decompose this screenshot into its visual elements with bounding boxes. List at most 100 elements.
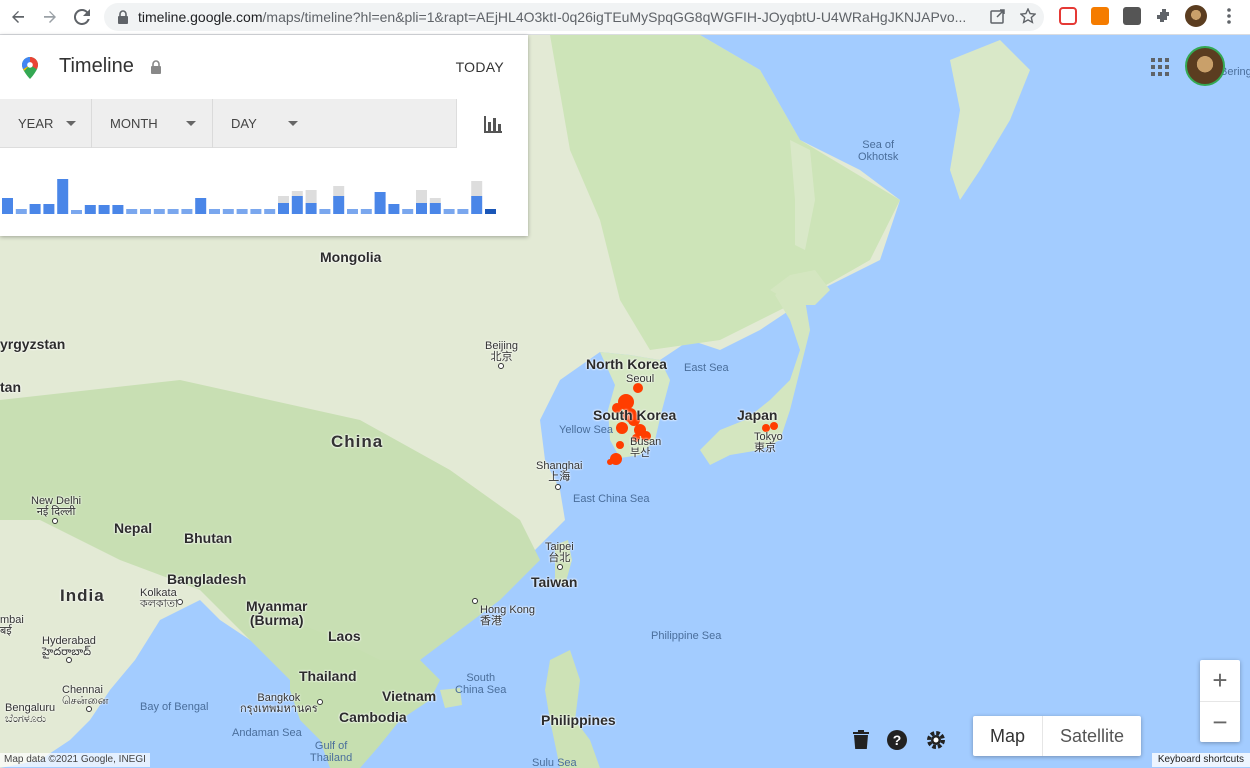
- label-andaman-sea: Andaman Sea: [232, 727, 302, 739]
- histogram-bar[interactable]: [126, 209, 138, 214]
- histogram-bar[interactable]: [236, 209, 248, 214]
- histogram-bar[interactable]: [15, 209, 27, 214]
- info-extension-icon[interactable]: [1123, 7, 1141, 25]
- label-sulu-sea: Sulu Sea: [532, 757, 577, 768]
- label-shanghai: Shanghai 上海: [536, 460, 583, 483]
- histogram-bar[interactable]: [264, 209, 276, 214]
- label-bangladesh: Bangladesh: [167, 571, 247, 587]
- histogram-bar[interactable]: [374, 192, 386, 214]
- histogram-bar[interactable]: [347, 209, 358, 214]
- label-mumbai: mbai बई: [0, 614, 24, 637]
- month-dropdown[interactable]: MONTH: [92, 99, 213, 148]
- help-icon[interactable]: ?: [885, 728, 909, 752]
- account-avatar[interactable]: [1185, 46, 1225, 86]
- label-mongolia: Mongolia: [320, 249, 382, 265]
- label-cambodia: Cambodia: [339, 709, 407, 725]
- map-type-satellite-button[interactable]: Satellite: [1042, 716, 1141, 756]
- histogram-bar[interactable]: [485, 209, 496, 214]
- share-icon[interactable]: [990, 8, 1006, 24]
- histogram-bar[interactable]: [333, 196, 345, 214]
- histogram-bar-gray[interactable]: [471, 181, 483, 196]
- keyboard-shortcuts-link[interactable]: Keyboard shortcuts: [1151, 753, 1250, 767]
- histogram-bar-gray[interactable]: [278, 196, 289, 203]
- histogram-bar-gray[interactable]: [416, 190, 427, 203]
- label-chennai: Chennai சென்னை: [62, 684, 109, 707]
- back-icon[interactable]: [4, 3, 32, 31]
- label-japan: Japan: [737, 407, 778, 423]
- menu-icon[interactable]: [1220, 7, 1238, 25]
- histogram-bar[interactable]: [429, 203, 441, 214]
- histogram-bar[interactable]: [291, 196, 303, 214]
- histogram-bar[interactable]: [98, 205, 110, 214]
- bar-chart-icon: [483, 115, 502, 133]
- histogram-bar[interactable]: [388, 204, 400, 214]
- trash-icon[interactable]: [849, 728, 873, 752]
- chart-toggle-button[interactable]: [456, 99, 528, 148]
- histogram-bar[interactable]: [360, 209, 372, 214]
- google-apps-icon[interactable]: [1151, 58, 1169, 76]
- histogram-bar[interactable]: [195, 198, 207, 214]
- histogram-bar[interactable]: [319, 209, 331, 214]
- histogram-bar[interactable]: [457, 209, 469, 214]
- forward-icon[interactable]: [36, 3, 64, 31]
- profile-avatar[interactable]: [1185, 5, 1207, 27]
- histogram-bar[interactable]: [250, 209, 262, 214]
- histogram-bar[interactable]: [167, 209, 179, 214]
- label-tan: tan: [0, 379, 21, 395]
- histogram-bar[interactable]: [57, 179, 69, 214]
- reload-icon[interactable]: [68, 3, 96, 31]
- chevron-down-icon: [66, 121, 76, 126]
- today-button[interactable]: TODAY: [456, 59, 504, 75]
- histogram-bar[interactable]: [2, 198, 13, 214]
- histogram-bar[interactable]: [471, 196, 483, 214]
- city-dot-beijing: [498, 363, 504, 369]
- label-south-china-sea: South China Sea: [455, 672, 507, 696]
- histogram-bar-gray[interactable]: [333, 186, 345, 196]
- label-seoul: Seoul: [626, 373, 655, 385]
- label-taipei: Taipei 台北: [545, 541, 574, 564]
- city-dot-hong-kong: [472, 598, 478, 604]
- label-myanmar: Myanmar (Burma): [246, 598, 308, 628]
- histogram-bar[interactable]: [416, 203, 427, 214]
- label-busan: Busan 부산: [630, 436, 662, 459]
- label-south-korea: South Korea: [593, 407, 677, 423]
- histogram-bar[interactable]: [278, 203, 289, 214]
- label-gulf-of-thailand: Gulf of Thailand: [310, 740, 353, 764]
- histogram-bar[interactable]: [29, 204, 41, 214]
- year-dropdown[interactable]: YEAR: [0, 99, 92, 148]
- histogram-bar[interactable]: [84, 205, 96, 214]
- histogram-bar[interactable]: [140, 209, 151, 214]
- maps-pin-icon: [22, 57, 38, 79]
- histogram-bar[interactable]: [43, 204, 55, 214]
- label-philippine-sea: Philippine Sea: [651, 630, 722, 642]
- gear-icon[interactable]: [924, 728, 948, 752]
- extensions-icon[interactable]: [1155, 7, 1173, 25]
- ex-extension-icon[interactable]: [1091, 7, 1109, 25]
- histogram-bar[interactable]: [209, 209, 220, 214]
- histogram-bar[interactable]: [71, 210, 82, 214]
- label-bhutan: Bhutan: [184, 530, 233, 546]
- timeline-panel: Timeline TODAY YEAR MONTH DAY: [0, 35, 528, 236]
- chevron-down-icon: [186, 121, 196, 126]
- star-icon[interactable]: [1020, 8, 1036, 24]
- histogram-bar[interactable]: [112, 205, 124, 214]
- activity-histogram[interactable]: [0, 148, 528, 236]
- label-kyrgyzstan: yrgyzstan: [0, 336, 66, 352]
- address-bar[interactable]: timeline.google.com/maps/timeline?hl=en&…: [104, 3, 1044, 31]
- histogram-bar-gray[interactable]: [291, 191, 303, 196]
- histogram-bar[interactable]: [222, 209, 234, 214]
- histogram-bar[interactable]: [305, 203, 317, 214]
- label-bengaluru: Bengaluru ಬೆಂಗಳೂರು: [5, 702, 56, 725]
- shield-extension-icon[interactable]: [1059, 7, 1077, 25]
- city-dot-new-delhi: [52, 518, 58, 524]
- histogram-bar-gray[interactable]: [305, 190, 317, 203]
- histogram-bar-gray[interactable]: [429, 198, 441, 203]
- day-dropdown[interactable]: DAY: [213, 99, 456, 148]
- map-type-map-button[interactable]: Map: [973, 716, 1042, 756]
- zoom-out-button[interactable]: −: [1200, 701, 1240, 742]
- histogram-bar[interactable]: [181, 209, 193, 214]
- histogram-bar[interactable]: [153, 209, 165, 214]
- histogram-bar[interactable]: [402, 209, 414, 214]
- zoom-in-button[interactable]: +: [1200, 660, 1240, 701]
- histogram-bar[interactable]: [443, 209, 455, 214]
